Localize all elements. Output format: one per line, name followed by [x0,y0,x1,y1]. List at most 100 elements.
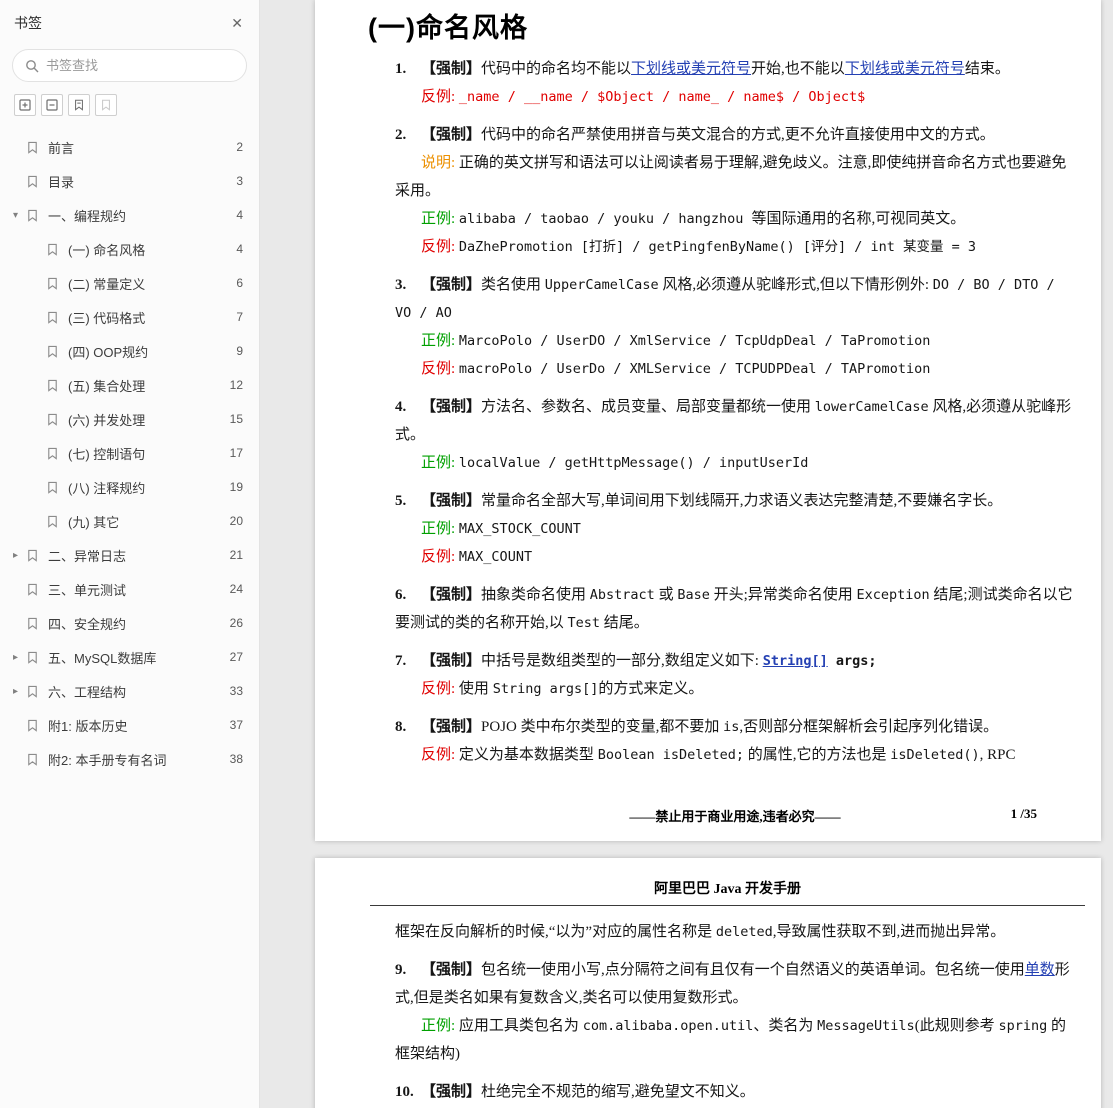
bookmark-page-number: 20 [230,514,243,528]
paragraph: 正例: alibaba / taobao / youku / hangzhou … [395,205,1075,233]
add-bookmark-icon [100,99,112,111]
text-run: 正例: [421,455,459,471]
text-link[interactable]: 下划线或美元符号 [845,61,965,77]
rule: 5.【强制】常量命名全部大写,单词间用下划线隔开,力求语义表达完整清楚,不要嫌名… [395,487,1075,571]
bookmark-item[interactable]: ▸ 五、MySQL数据库 27 [0,640,259,674]
text-run: Boolean isDeleted; [598,747,744,763]
bookmark-item[interactable]: (八) 注释规约 19 [0,470,259,504]
text-run: UpperCamelCase [545,277,659,293]
add-bookmark-button[interactable] [95,94,117,116]
bookmark-icon [46,379,59,392]
rule: 7.【强制】中括号是数组类型的一部分,数组定义如下: String[] args… [395,647,1075,703]
bookmark-icon [26,685,39,698]
text-run: 结尾。 [600,615,649,631]
text-run: is [723,719,739,735]
bookmark-item[interactable]: (三) 代码格式 7 [0,300,259,334]
text-run: MAX_STOCK_COUNT [459,521,581,537]
paragraph: 8.【强制】POJO 类中布尔类型的变量,都不要加 is,否则部分框架解析会引起… [395,713,1075,741]
bookmark-item[interactable]: (七) 控制语句 17 [0,436,259,470]
bookmark-icon [46,515,59,528]
bookmark-label: (五) 集合处理 [68,376,222,395]
bookmark-label: 五、MySQL数据库 [48,648,222,667]
text-link[interactable]: 下划线或美元符号 [631,61,751,77]
bookmark-item[interactable]: 附2: 本手册专有名词 38 [0,742,259,776]
bookmark-item[interactable]: 目录 3 [0,164,259,198]
text-run: String args[] [493,681,599,697]
bookmark-item[interactable]: ▸ 二、异常日志 21 [0,538,259,572]
rule-number: 10. [395,1078,421,1106]
bookmark-item[interactable]: 附1: 版本历史 37 [0,708,259,742]
bookmark-page-number: 24 [230,582,243,596]
bookmark-item[interactable]: (六) 并发处理 15 [0,402,259,436]
bookmark-item[interactable]: 三、单元测试 24 [0,572,259,606]
expand-arrow-icon[interactable]: ▸ [9,652,22,663]
text-run: 反例: [421,89,459,105]
expand-arrow-icon[interactable]: ▸ [9,550,22,561]
bookmark-page-number: 4 [236,242,243,256]
bookmark-page-number: 2 [236,140,243,154]
bookmark-item[interactable]: (一) 命名风格 4 [0,232,259,266]
text-run: 【强制】 [421,653,481,669]
rule-number: 1. [395,55,421,83]
expand-arrow-icon[interactable]: ▾ [9,210,22,221]
bookmark-label: 一、编程规约 [48,206,228,225]
bookmark-label: (三) 代码格式 [68,308,228,327]
bookmark-label: 附2: 本手册专有名词 [48,750,222,769]
text-run: ,否则部分框架解析会引起序列化错误。 [739,719,998,735]
bookmark-page-number: 4 [236,208,243,222]
expand-all-button[interactable] [14,94,36,116]
bookmark-search-input[interactable] [46,58,234,73]
document-view[interactable]: (一)命名风格 1.【强制】代码中的命名均不能以下划线或美元符号开始,也不能以下… [260,0,1113,1108]
text-run: isDeleted() [890,747,979,763]
bookmark-item[interactable]: ▾ 一、编程规约 4 [0,198,259,232]
close-panel-button[interactable]: ✕ [231,16,243,30]
text-run: args; [828,653,877,669]
expand-all-icon [19,99,31,111]
bookmark-label: 六、工程结构 [48,682,222,701]
bookmark-item[interactable]: ▸ 六、工程结构 33 [0,674,259,708]
text-link[interactable]: 单数 [1025,962,1055,978]
text-run: 反例: [421,549,459,565]
bookmark-item[interactable]: (四) OOP规约 9 [0,334,259,368]
bookmark-page-number: 33 [230,684,243,698]
paragraph: 框架在反向解析的时候,“以为”对应的属性名称是 deleted,导致属性获取不到… [395,918,1075,946]
bookmark-item[interactable]: (五) 集合处理 12 [0,368,259,402]
paragraph: 正例: MAX_STOCK_COUNT [395,515,1075,543]
bookmark-page-number: 38 [230,752,243,766]
rule: 9.【强制】包名统一使用小写,点分隔符之间有且仅有一个自然语义的英语单词。包名统… [395,956,1075,1068]
bookmark-icon [26,583,39,596]
bookmark-icon [46,311,59,324]
bookmark-item[interactable]: (九) 其它 20 [0,504,259,538]
document-page-2: 阿里巴巴 Java 开发手册 框架在反向解析的时候,“以为”对应的属性名称是 d… [315,858,1101,1108]
text-run: 、类名为 [753,1018,817,1034]
bookmark-icon [26,753,39,766]
text-run: spring [998,1018,1047,1034]
paragraph: 反例: _name / __name / $Object / name_ / n… [395,83,1075,111]
bookmark-label: 前言 [48,138,228,157]
bookmark-icon [26,141,39,154]
bookmark-label: (六) 并发处理 [68,410,222,429]
bookmark-item[interactable]: 前言 2 [0,130,259,164]
paragraph: 反例: MAX_COUNT [395,543,1075,571]
bookmark-item[interactable]: (二) 常量定义 6 [0,266,259,300]
text-run: 【强制】 [421,962,481,978]
bookmark-page-number: 27 [230,650,243,664]
collapse-all-button[interactable] [41,94,63,116]
text-run: , RPC [980,747,1016,763]
text-run: 反例: [421,681,459,697]
bookmark-item[interactable]: 四、安全规约 26 [0,606,259,640]
page-number: 1 /35 [1011,806,1037,822]
rule: 6.【强制】抽象类命名使用 Abstract 或 Base 开头;异常类命名使用… [395,581,1075,637]
paragraph: 反例: macroPolo / UserDo / XMLService / TC… [395,355,1075,383]
expand-arrow-icon[interactable]: ▸ [9,686,22,697]
text-link[interactable]: String[] [763,653,828,669]
bookmark-label: (四) OOP规约 [68,342,228,361]
bookmark-label: (七) 控制语句 [68,444,222,463]
text-run: 【强制】 [421,277,481,293]
text-run: 反例: [421,747,459,763]
locate-bookmark-button[interactable] [68,94,90,116]
bookmark-page-number: 6 [236,276,243,290]
page-footer: ——禁止用于商业用途,违者必究—— 1 /35 [395,806,1075,825]
bookmark-icon [26,719,39,732]
text-run: 反例: [421,361,459,377]
